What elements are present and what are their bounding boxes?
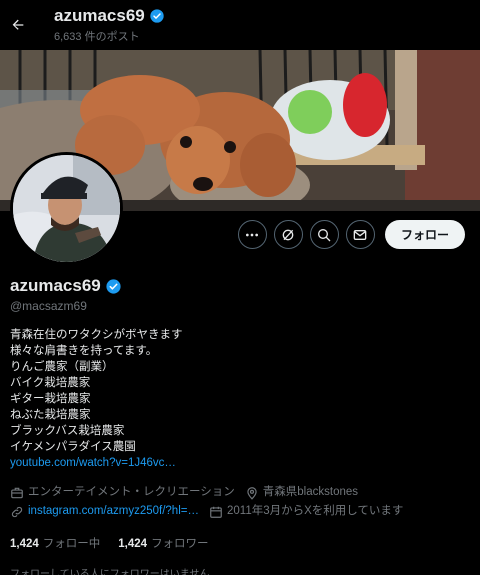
profile-actions: フォロー: [237, 220, 465, 249]
bio-line: 青森在住のワタクシがボヤきます: [10, 329, 183, 341]
following-count: 1,424: [10, 538, 39, 550]
post-count: 6,633 件のポスト: [54, 31, 140, 43]
website-item: instagram.com/azmyz250f/?hl=…: [10, 502, 199, 521]
more-button[interactable]: [237, 220, 267, 249]
followers-you-know-note: フォローしている人にフォロワーはいません: [10, 569, 210, 575]
follow-button[interactable]: フォロー: [384, 220, 465, 249]
bio-line: ねぶた栽培農家: [10, 409, 91, 421]
verified-icon: [150, 9, 164, 23]
location-item: 青森県blackstones: [245, 483, 358, 502]
search-button[interactable]: [309, 220, 339, 249]
bio-line: バイク栽培農家: [10, 377, 91, 389]
link-icon: [11, 506, 23, 517]
search-icon: [318, 228, 331, 241]
more-icon: [246, 233, 259, 236]
profile-info: azumacs69 @macsazm69 青森在住のワタクシがボヤきます 様々な…: [10, 276, 470, 575]
joined-text: 2011年3月からXを利用しています: [226, 505, 404, 517]
briefcase-icon: [11, 487, 23, 498]
topbar-name: azumacs69: [54, 6, 165, 26]
website-link[interactable]: instagram.com/azmyz250f/?hl=…: [28, 502, 199, 521]
meta-row: エンターテイメント・レクリエーション 青森県blackstones: [10, 483, 470, 502]
topbar-name-text: azumacs69: [54, 6, 145, 25]
category-text: エンターテイメント・レクリエーション: [28, 486, 235, 498]
grok-button[interactable]: [273, 220, 303, 249]
bio-line: ギター栽培農家: [10, 393, 91, 405]
following-link[interactable]: 1,424 フォロー中: [10, 535, 100, 551]
category-item: エンターテイメント・レクリエーション: [10, 483, 235, 502]
back-arrow-icon: [12, 19, 24, 30]
calendar-icon: [210, 506, 222, 518]
joined-item: 2011年3月からXを利用しています: [209, 502, 403, 521]
bio: 青森在住のワタクシがボヤきます 様々な肩書きを持ってます。 りんご農家（副業） …: [10, 327, 470, 471]
top-bar: azumacs69 6,633 件のポスト: [0, 0, 480, 50]
verified-icon: [106, 278, 121, 294]
following-label: フォロー中: [42, 538, 101, 550]
followers-link[interactable]: 1,424 フォロワー: [118, 535, 208, 551]
bio-line: 様々な肩書きを持ってます。: [10, 345, 158, 357]
bio-line: ブラックバス栽培農家: [10, 425, 125, 437]
bio-line: イケメンパラダイス農園: [10, 441, 136, 453]
topbar-title-block: azumacs69 6,633 件のポスト: [54, 6, 165, 44]
profile-meta: エンターテイメント・レクリエーション 青森県blackstones instag…: [10, 483, 470, 521]
meta-row: instagram.com/azmyz250f/?hl=… 2011年3月からX…: [10, 502, 470, 521]
bio-line: りんご農家（副業）: [10, 361, 114, 373]
avatar-image: [13, 155, 120, 262]
display-name-text: azumacs69: [10, 276, 101, 295]
grok-icon: [283, 229, 294, 240]
handle: @macsazm69: [10, 299, 87, 313]
message-icon: [354, 229, 367, 240]
back-button[interactable]: [0, 7, 36, 43]
location-text: 青森県blackstones: [262, 486, 359, 498]
location-pin-icon: [247, 486, 257, 500]
followers-label: フォロワー: [151, 538, 209, 550]
avatar[interactable]: [10, 152, 123, 265]
display-name: azumacs69: [10, 276, 470, 296]
bio-youtube-link[interactable]: youtube.com/watch?v=1J46vc…: [10, 455, 470, 471]
follow-counts: 1,424 フォロー中 1,424 フォロワー: [10, 535, 470, 551]
followers-count: 1,424: [118, 538, 148, 550]
message-button[interactable]: [345, 220, 375, 249]
